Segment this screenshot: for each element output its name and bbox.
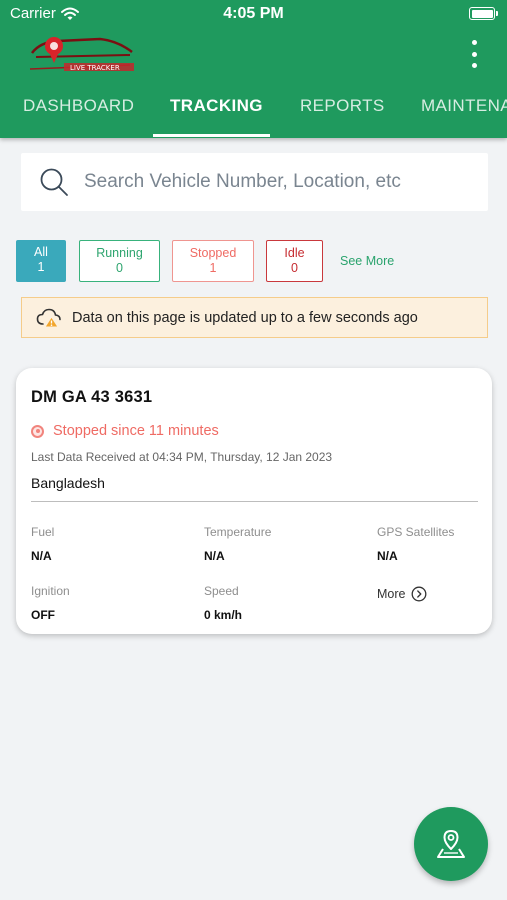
filter-all-count: 1 [37,260,45,274]
gps-satellites-label: GPS Satellites [377,525,455,539]
app-logo: LIVE TRACKER [29,37,134,72]
vehicle-location: Bangladesh [31,475,105,491]
map-pin-icon [437,830,465,858]
fuel-value: N/A [31,549,52,563]
filter-idle-label: Idle [284,246,305,260]
app-header: Carrier 4:05 PM LIVE TRACKER DASHBOARD T… [0,0,507,138]
update-notice: Data on this page is updated up to a few… [21,297,488,338]
fuel-label: Fuel [31,525,55,539]
filter-running-count: 0 [116,261,123,275]
filter-idle[interactable]: Idle 0 [266,240,323,282]
filter-idle-count: 0 [291,261,298,275]
speed-value: 0 km/h [204,608,243,622]
search-icon [40,168,68,196]
vehicle-status: Stopped since 11 minutes [31,423,219,439]
gps-satellites-value: N/A [377,549,398,563]
more-label: More [377,587,406,601]
filter-running-label: Running [96,246,143,260]
logo-text: LIVE TRACKER [70,64,120,72]
map-view-button[interactable] [414,807,488,881]
speed-label: Speed [204,584,239,598]
search-bar[interactable] [21,153,488,211]
tab-tracking[interactable]: TRACKING [170,96,263,116]
filter-all[interactable]: All 1 [16,240,66,282]
filter-stopped-label: Stopped [189,246,237,260]
status-time: 4:05 PM [223,5,284,22]
battery-icon [469,7,498,20]
notice-text: Data on this page is updated up to a few… [72,309,418,326]
vehicle-number: DM GA 43 3631 [31,388,153,406]
tab-reports[interactable]: REPORTS [300,96,385,116]
more-button[interactable]: More [377,586,427,602]
status-dot-icon [31,424,44,438]
see-more-link[interactable]: See More [340,254,394,268]
filter-running[interactable]: Running 0 [79,240,160,282]
filter-stopped-count: 1 [209,261,217,275]
tab-maintenance[interactable]: MAINTENA [421,96,507,116]
tab-bar: DASHBOARD TRACKING REPORTS MAINTENA [0,86,507,138]
search-input[interactable] [84,171,464,193]
vehicle-card[interactable]: DM GA 43 3631 Stopped since 11 minutes L… [16,368,492,634]
chevron-right-circle-icon [412,586,427,602]
overflow-menu-icon[interactable] [469,40,479,68]
status-bar: Carrier 4:05 PM [0,0,507,28]
filter-stopped[interactable]: Stopped 1 [172,240,254,282]
ignition-label: Ignition [31,584,70,598]
active-tab-indicator [153,134,270,137]
card-divider [31,501,478,502]
tab-dashboard[interactable]: DASHBOARD [23,96,134,116]
status-text: Stopped since 11 minutes [53,423,219,439]
filter-all-label: All [34,245,48,259]
temperature-label: Temperature [204,525,272,539]
temperature-value: N/A [204,549,225,563]
ignition-value: OFF [31,608,55,622]
cloud-warning-icon [36,308,61,327]
last-data-received: Last Data Received at 04:34 PM, Thursday… [31,450,333,464]
